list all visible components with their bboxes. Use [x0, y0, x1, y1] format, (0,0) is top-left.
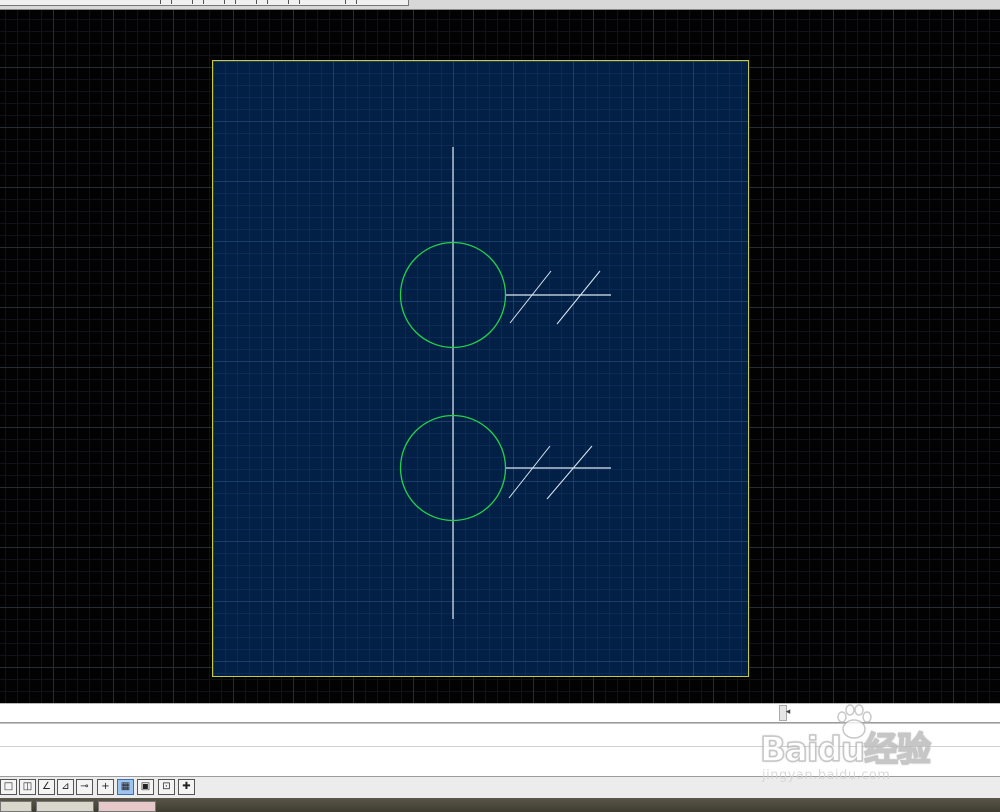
model-icon[interactable]: ✚ — [178, 779, 195, 795]
dyn-icon[interactable]: ▣ — [137, 779, 154, 795]
lineweight-icon[interactable]: ⊡ — [158, 779, 175, 795]
toolbar-button[interactable] — [345, 0, 357, 4]
upper-slash-line-1 — [509, 270, 552, 324]
toolbar-strip — [0, 0, 409, 6]
command-line-area[interactable] — [0, 723, 1000, 777]
grid-icon[interactable]: ◫ — [19, 779, 36, 795]
toolbar-button[interactable] — [160, 0, 172, 4]
ortho-icon[interactable]: ∠ — [38, 779, 55, 795]
upper-slash-line-2 — [556, 270, 601, 325]
taskbar-button[interactable] — [36, 801, 94, 812]
drawing-viewport[interactable] — [0, 10, 1000, 703]
toolbar-button[interactable] — [192, 0, 204, 4]
taskbar-button[interactable] — [0, 801, 32, 812]
taskbar — [0, 798, 1000, 812]
command-divider — [0, 746, 1000, 747]
top-toolbar — [0, 0, 1000, 10]
taskbar-button[interactable] — [98, 801, 156, 812]
osnap-icon[interactable]: ⊸ — [76, 779, 93, 795]
horizontal-scrollbar[interactable]: ◂ — [0, 703, 1000, 723]
toolbar-button[interactable] — [256, 0, 268, 4]
lower-slash-line-1 — [508, 445, 551, 499]
ducs-icon[interactable]: ▦ — [117, 779, 134, 795]
polar-icon[interactable]: ⊿ — [57, 779, 74, 795]
toolbar-button[interactable] — [224, 0, 236, 4]
toolbar-button[interactable] — [288, 0, 300, 4]
otrack-icon[interactable]: + — [97, 779, 114, 795]
snap-icon[interactable]: □ — [0, 779, 17, 795]
scroll-left-arrow-icon[interactable]: ◂ — [780, 704, 796, 721]
lower-slash-line-2 — [546, 445, 593, 500]
status-bar: □ ◫ ∠ ⊿ ⊸ + ▦ ▣ ⊡ ✚ — [0, 776, 1000, 799]
cad-drawing[interactable] — [0, 10, 1000, 703]
